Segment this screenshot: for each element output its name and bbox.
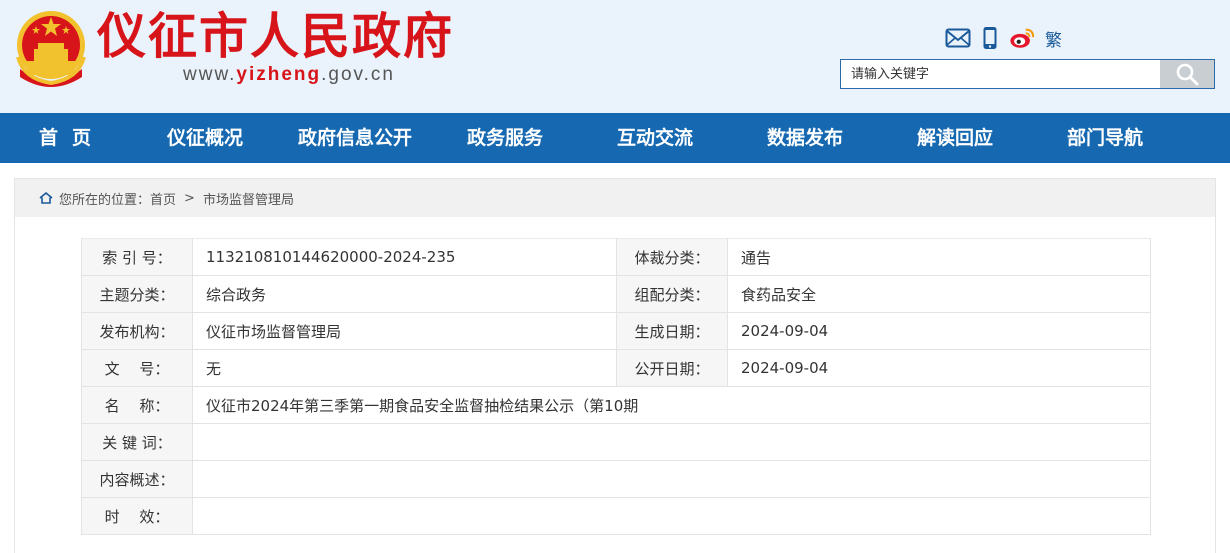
weibo-icon[interactable] [1009,26,1035,50]
genre-value: 通告 [727,238,1151,276]
name-value: 仪征市2024年第三季第一期食品安全监督抽检结果公示（第10期 [192,386,1151,424]
breadcrumb-separator: > [184,190,195,206]
summary-label: 内容概述： [81,460,193,498]
mobile-icon[interactable] [977,26,1003,50]
nav-interaction[interactable]: 互动交流 [580,113,730,163]
index-label: 索 引 号： [81,238,193,276]
doc-number-value: 无 [192,349,617,387]
nav-info-disclosure[interactable]: 政府信息公开 [280,113,430,163]
nav-departments[interactable]: 部门导航 [1030,113,1180,163]
table-row: 文 号： 无 公开日期： 2024-09-04 [81,349,1151,387]
content-panel: 您所在的位置： 首页 > 市场监督管理局 索 引 号： 113210810144… [14,178,1216,553]
top-icon-bar: 繁 [945,25,1062,51]
genre-label: 体裁分类： [616,238,728,276]
nav-gov-services[interactable]: 政务服务 [430,113,580,163]
nav-home[interactable]: 首页 [0,113,130,163]
breadcrumb: 您所在的位置： 首页 > 市场监督管理局 [15,179,1215,217]
table-row: 名 称： 仪征市2024年第三季第一期食品安全监督抽检结果公示（第10期 [81,386,1151,424]
search-input[interactable] [841,60,1160,88]
main-nav: 首页 仪征概况 政府信息公开 政务服务 互动交流 数据发布 解读回应 部门导航 [0,113,1230,163]
site-title: 仪征市人民政府 [97,7,455,65]
national-emblem-logo [14,9,88,87]
breadcrumb-current[interactable]: 市场监督管理局 [203,189,294,208]
url-prefix: www. [183,64,237,85]
home-icon [39,191,53,205]
publisher-value: 仪征市场监督管理局 [192,312,617,350]
nav-interpretation[interactable]: 解读回应 [880,113,1030,163]
table-row: 主题分类： 综合政务 组配分类： 食药品安全 [81,275,1151,313]
url-suffix: .gov.cn [321,64,395,85]
topic-label: 主题分类： [81,275,193,313]
search-icon [1175,62,1199,86]
breadcrumb-home-link[interactable]: 首页 [150,189,176,208]
keywords-label: 关 键 词： [81,423,193,461]
breadcrumb-prefix: 您所在的位置： [59,192,151,208]
site-header: 仪征市人民政府 www.yizheng.gov.cn 繁 [0,0,1230,113]
table-row: 发布机构： 仪征市场监督管理局 生成日期： 2024-09-04 [81,312,1151,350]
validity-label: 时 效： [81,497,193,535]
public-date-value: 2024-09-04 [727,349,1151,387]
table-row: 内容概述： [81,460,1151,498]
created-date-value: 2024-09-04 [727,312,1151,350]
table-row: 索 引 号： 113210810144620000-2024-235 体裁分类：… [81,238,1151,276]
mail-icon[interactable] [945,26,971,50]
publisher-label: 发布机构： [81,312,193,350]
name-label: 名 称： [81,386,193,424]
document-info-table: 索 引 号： 113210810144620000-2024-235 体裁分类：… [81,238,1151,535]
nav-data-release[interactable]: 数据发布 [730,113,880,163]
traditional-chinese-link[interactable]: 繁 [1045,26,1062,51]
created-date-label: 生成日期： [616,312,728,350]
summary-value [192,460,1151,498]
validity-value [192,497,1151,535]
table-row: 时 效： [81,497,1151,535]
group-label: 组配分类： [616,275,728,313]
url-highlight: yizheng [236,64,322,85]
group-value: 食药品安全 [727,275,1151,313]
table-row: 关 键 词： [81,423,1151,461]
search-button[interactable] [1160,60,1214,88]
public-date-label: 公开日期： [616,349,728,387]
index-value: 113210810144620000-2024-235 [192,238,617,276]
keywords-value [192,423,1151,461]
nav-overview[interactable]: 仪征概况 [130,113,280,163]
site-url: www.yizheng.gov.cn [183,64,395,86]
search-box [840,59,1215,89]
topic-value: 综合政务 [192,275,617,313]
doc-number-label: 文 号： [81,349,193,387]
